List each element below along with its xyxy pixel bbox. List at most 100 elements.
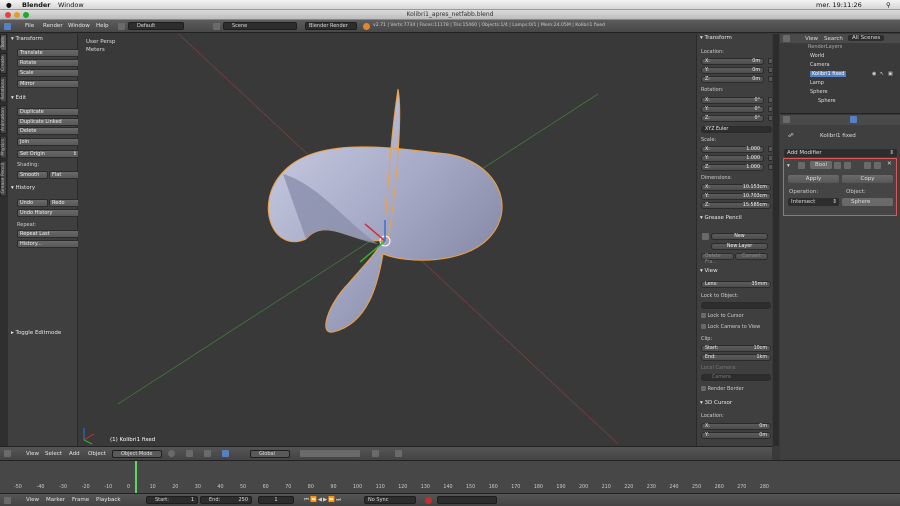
- menu-select[interactable]: Select: [45, 451, 62, 457]
- rotation-y-field[interactable]: Y: 0°: [701, 106, 764, 113]
- minimize-window-icon[interactable]: [14, 12, 20, 18]
- start-frame-field[interactable]: Start: 1: [146, 496, 198, 504]
- viewport-toggle-icon[interactable]: [844, 162, 851, 169]
- editor-type-icon[interactable]: [783, 116, 790, 123]
- convert-button[interactable]: Convert: [735, 253, 768, 260]
- search-icon[interactable]: ⚲: [886, 1, 891, 9]
- lock-icon[interactable]: [768, 115, 772, 121]
- object-field[interactable]: Sphere: [842, 198, 893, 206]
- history-button[interactable]: History...: [17, 240, 80, 248]
- playhead[interactable]: [135, 461, 137, 494]
- grease-new-button[interactable]: New: [711, 233, 768, 240]
- viewport-shading-icon[interactable]: [168, 450, 175, 457]
- pencil-icon[interactable]: [702, 233, 709, 240]
- lock-camera-checkbox[interactable]: Lock Camera to View: [701, 324, 760, 330]
- undo-history-button[interactable]: Undo History: [17, 209, 80, 217]
- checkbox-icon[interactable]: [701, 324, 706, 329]
- toggle-editmode-header[interactable]: ▸ Toggle Editmode: [11, 330, 61, 336]
- clip-end-field[interactable]: End: 1km: [701, 354, 771, 361]
- clip-start-field[interactable]: Start: 10cm: [701, 345, 771, 352]
- delete-frame-button[interactable]: Delete Fra...: [701, 253, 734, 265]
- tab-relations[interactable]: Relations: [0, 76, 7, 103]
- checkbox-icon[interactable]: [701, 313, 706, 318]
- scale-z-field[interactable]: Z: 1.000: [701, 164, 764, 171]
- clock[interactable]: mer. 19:11:26: [816, 1, 862, 9]
- editor-type-icon[interactable]: [4, 497, 11, 504]
- apply-button[interactable]: Apply: [788, 175, 839, 183]
- duplicate-button[interactable]: Duplicate: [17, 108, 80, 116]
- translate-manipulator-icon[interactable]: [222, 450, 229, 457]
- tab-tools[interactable]: Tools: [0, 34, 7, 52]
- set-origin-dropdown[interactable]: Set Origin ⇕: [17, 150, 80, 158]
- modifier-name-field[interactable]: Bool: [810, 161, 833, 169]
- scene-field[interactable]: Scene: [223, 22, 297, 30]
- tab-grease-pencil[interactable]: Grease Pencil: [0, 160, 7, 197]
- scene-icon[interactable]: [213, 23, 220, 30]
- rotation-mode-dropdown[interactable]: XYZ Euler: [701, 126, 772, 133]
- tab-physics[interactable]: Physics: [0, 135, 7, 159]
- 3d-viewport[interactable]: User Persp Meters (1) Kolibri1 fixed: [78, 34, 696, 446]
- checkbox-icon[interactable]: [701, 386, 706, 391]
- editor-type-icon[interactable]: [4, 450, 11, 457]
- dimension-z-field[interactable]: Z: 15.585cm: [701, 202, 771, 209]
- outliner-item-sphere-mesh[interactable]: Sphere: [818, 98, 836, 104]
- lock-icon[interactable]: [768, 97, 772, 103]
- menu-add[interactable]: Add: [69, 451, 80, 457]
- n-transform-header[interactable]: ▾ Transform: [700, 35, 732, 41]
- snap-icon[interactable]: [372, 450, 379, 457]
- rotate-button[interactable]: Rotate: [17, 59, 80, 67]
- app-menu[interactable]: Blender: [22, 1, 51, 9]
- panel-transform-header[interactable]: ▾ Transform: [11, 36, 43, 42]
- pivot-icon[interactable]: [186, 450, 193, 457]
- timeline[interactable]: -50 -40 -30 -20 -10 0 10 20 30 40 50 60 70 80 90 100 110…: [0, 460, 900, 494]
- outliner-scope-dropdown[interactable]: All Scenes: [848, 35, 885, 41]
- menu-object[interactable]: Object: [88, 451, 106, 457]
- orientation-dropdown[interactable]: Global: [250, 450, 290, 458]
- location-z-field[interactable]: Z: 0m: [701, 76, 764, 83]
- translate-button[interactable]: Translate: [17, 49, 80, 57]
- record-icon[interactable]: [425, 497, 432, 504]
- duplicate-linked-button[interactable]: Duplicate Linked: [17, 118, 80, 126]
- outliner-item-lamp[interactable]: Lamp: [810, 80, 824, 86]
- cursor-x-field[interactable]: X: 0m: [701, 423, 771, 430]
- scale-button[interactable]: Scale: [17, 69, 80, 77]
- outliner-item-renderlayers[interactable]: RenderLayers: [808, 44, 842, 50]
- lock-icon[interactable]: [768, 155, 772, 161]
- local-camera-field[interactable]: Camera: [701, 374, 771, 381]
- menu-render[interactable]: Render: [43, 23, 63, 29]
- outliner-view-menu[interactable]: View: [805, 36, 818, 42]
- join-button[interactable]: Join: [17, 138, 80, 146]
- rotation-x-field[interactable]: X: 0°: [701, 97, 764, 104]
- undo-button[interactable]: Undo: [17, 199, 48, 207]
- scene-canvas[interactable]: [78, 34, 696, 446]
- tab-animation[interactable]: Animation: [0, 104, 7, 134]
- panel-history-header[interactable]: ▾ History: [11, 185, 35, 191]
- operation-dropdown[interactable]: Intersect ⇕: [788, 198, 839, 206]
- new-layer-button[interactable]: New Layer: [711, 243, 768, 250]
- outliner-item-world[interactable]: World: [810, 53, 824, 59]
- keying-set-field[interactable]: [437, 496, 497, 504]
- outliner-item-kolibri[interactable]: Kolibri1 fixed: [810, 71, 847, 77]
- n-view-header[interactable]: ▾ View: [700, 268, 718, 274]
- lock-object-field[interactable]: [701, 302, 771, 309]
- dimension-y-field[interactable]: Y: 10.703cm: [701, 193, 771, 200]
- redo-button[interactable]: Redo: [49, 199, 80, 207]
- move-up-icon[interactable]: [864, 162, 871, 169]
- menu-window[interactable]: Window: [68, 23, 90, 29]
- outliner-search-menu[interactable]: Search: [824, 36, 843, 42]
- render-border-checkbox[interactable]: Render Border: [701, 386, 744, 392]
- cursor-icon[interactable]: ↖: [880, 71, 884, 77]
- location-x-field[interactable]: X: 0m: [701, 58, 764, 65]
- tl-menu-playback[interactable]: Playback: [96, 497, 121, 503]
- sync-dropdown[interactable]: No Sync: [364, 496, 416, 504]
- menu-view[interactable]: View: [26, 451, 39, 457]
- render-toggle-icon[interactable]: [834, 162, 841, 169]
- render-engine-field[interactable]: Blender Render: [305, 22, 357, 30]
- lock-icon[interactable]: [768, 164, 772, 170]
- smooth-button[interactable]: Smooth: [17, 171, 48, 179]
- tl-menu-marker[interactable]: Marker: [46, 497, 65, 503]
- mode-dropdown[interactable]: Object Mode: [112, 450, 162, 458]
- copy-button[interactable]: Copy: [842, 175, 893, 183]
- move-down-icon[interactable]: [874, 162, 881, 169]
- camera-restrict-icon[interactable]: ▣: [888, 71, 893, 77]
